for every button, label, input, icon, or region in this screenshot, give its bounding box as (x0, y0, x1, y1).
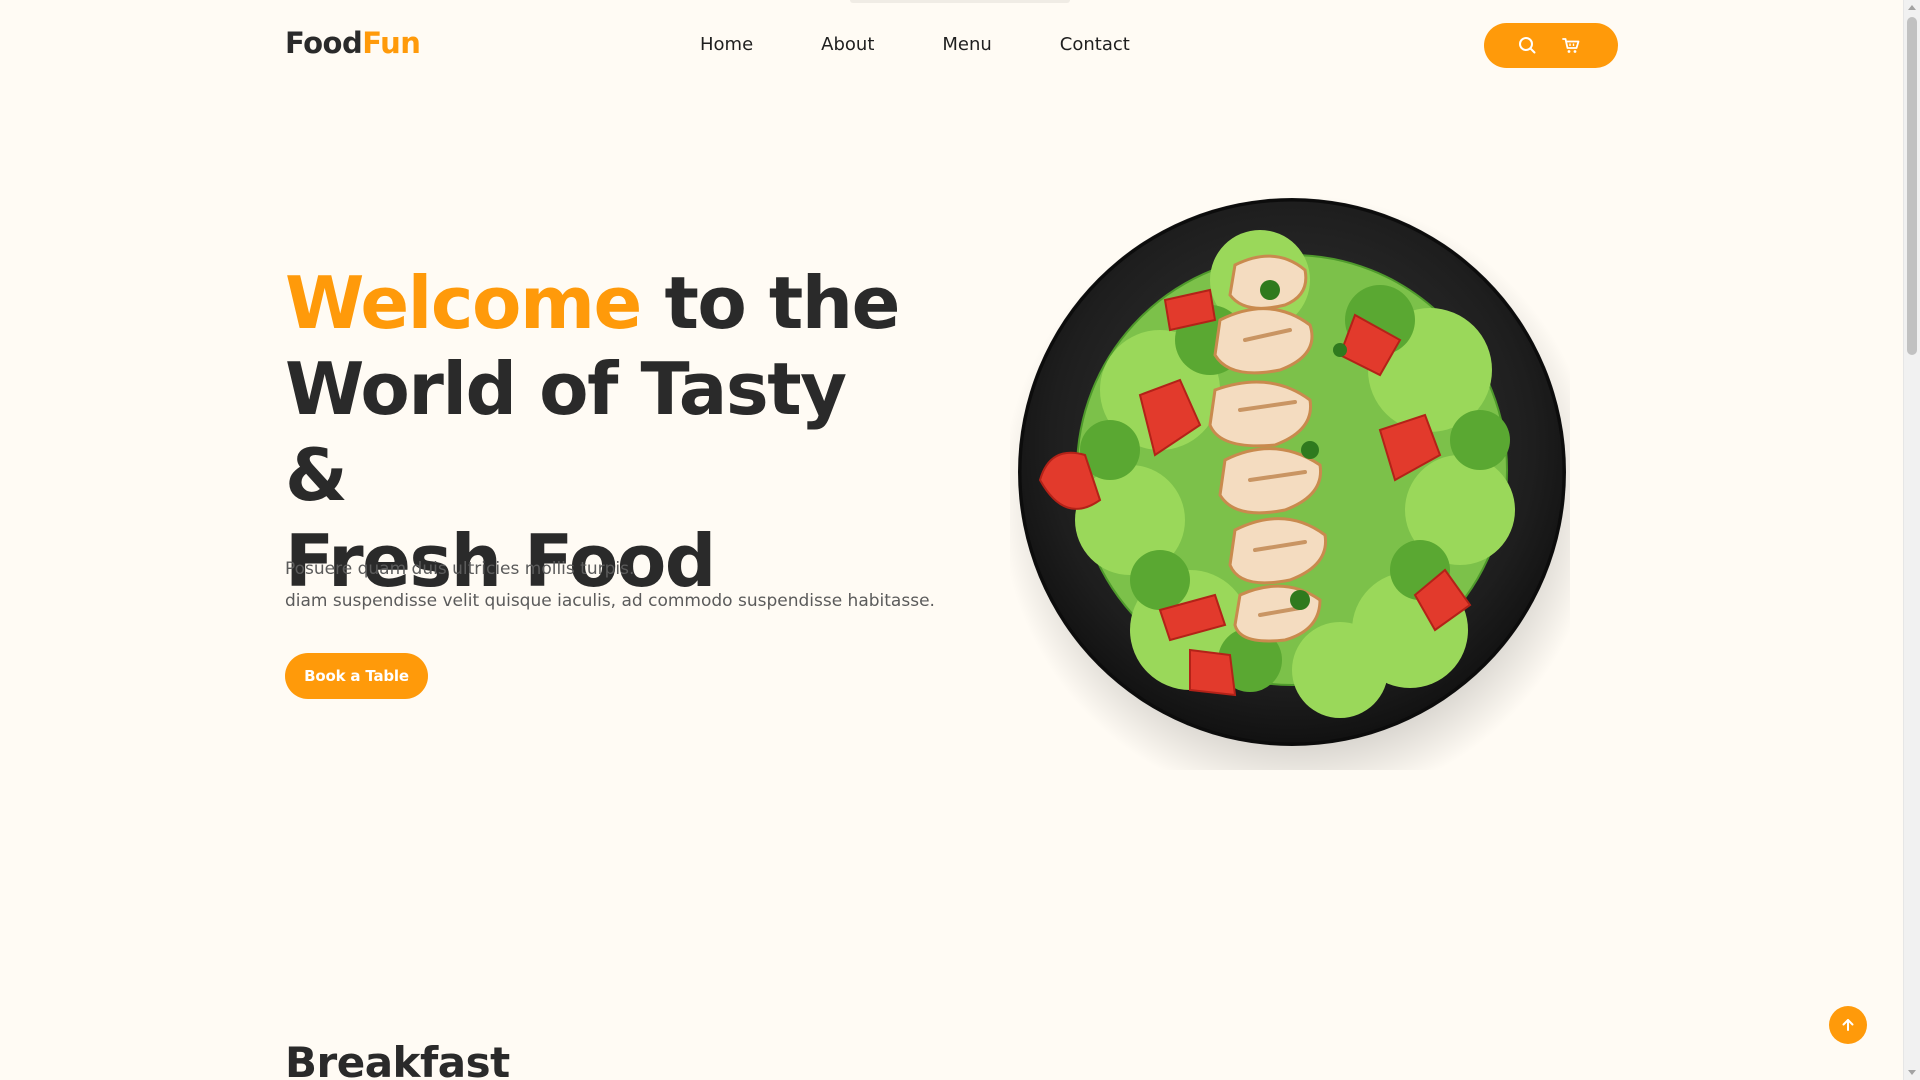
vertical-scrollbar[interactable] (1903, 0, 1920, 1080)
back-to-top-button[interactable] (1829, 1006, 1867, 1044)
hero-description: Posuere quam duis ultricies mollis turpi… (285, 553, 985, 617)
nav-home[interactable]: Home (700, 31, 753, 59)
hero-description-line1: Posuere quam duis ultricies mollis turpi… (285, 559, 635, 579)
search-icon[interactable] (1516, 34, 1538, 56)
nav-menu[interactable]: Menu (942, 31, 991, 59)
hero-title-line2: World of Tasty & (285, 347, 847, 517)
hero-title-accent: Welcome (285, 261, 642, 345)
scroll-down-arrow-icon[interactable] (1908, 1070, 1916, 1075)
header-actions (1484, 23, 1618, 68)
nav-contact[interactable]: Contact (1060, 31, 1130, 59)
main-nav: Home About Menu Contact (700, 31, 1198, 59)
logo-text-food: Food (285, 26, 363, 60)
hero-title-line1: to the (640, 261, 900, 345)
logo-text-fun: Fun (362, 26, 421, 60)
page: FoodFun Home About Menu Contact Welcome … (0, 0, 1920, 1080)
cart-icon[interactable] (1560, 34, 1582, 56)
nav-about[interactable]: About (821, 31, 874, 59)
scroll-up-arrow-icon[interactable] (1908, 5, 1916, 10)
arrow-up-icon (1842, 1019, 1854, 1031)
book-table-button[interactable]: Book a Table (285, 653, 428, 699)
section-title-breakfast: Breakfast (285, 1038, 510, 1080)
salad-plate-image (1010, 195, 1570, 770)
scrollbar-thumb[interactable] (1907, 17, 1917, 355)
logo[interactable]: FoodFun (285, 26, 421, 60)
hero-description-line2: diam suspendisse velit quisque iaculis, … (285, 591, 935, 611)
top-edge-hint (850, 0, 1070, 3)
